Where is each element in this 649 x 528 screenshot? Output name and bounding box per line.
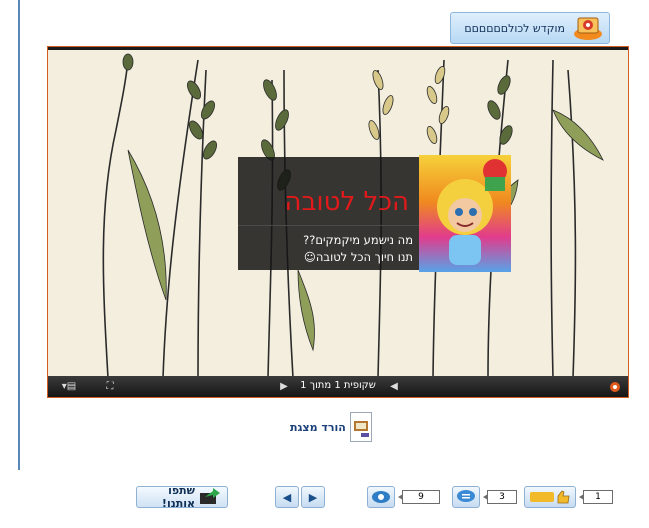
dedication-label: מוקדש לכולםםםםםם [464, 21, 565, 35]
views-counter: 9 [367, 486, 440, 508]
brand-logo-icon [608, 379, 622, 394]
slide-counter: שקופית 1 מתוך 1 [300, 380, 376, 391]
views-count: 9 [398, 490, 440, 504]
viewer-controls: ▾▤ ⛶ ▶ שקופית 1 מתוך 1 ◀ [48, 376, 628, 397]
slide-caption: הכל לטובה מה נישמע מיקמקים?? תנו חיוך הכ… [238, 157, 419, 270]
cartoon-avatar-image [419, 155, 511, 272]
prev-slide-icon[interactable]: ◀ [388, 379, 400, 394]
caption-divider [238, 225, 419, 226]
slide-title: הכל לטובה [284, 187, 409, 217]
comments-counter: 3 [452, 486, 517, 508]
download-presentation-link[interactable]: הורד מצגת [290, 410, 372, 444]
like-thumb-icon[interactable] [524, 486, 576, 508]
presentation-viewer[interactable]: הכל לטובה מה נישמע מיקמקים?? תנו חיוך הכ… [47, 46, 629, 398]
likes-count: 1 [579, 490, 613, 504]
share-button[interactable]: שתפו אותנו! [136, 484, 228, 510]
next-arrow-icon[interactable]: ▶ [301, 486, 325, 508]
prev-arrow-icon[interactable]: ◀ [275, 486, 299, 508]
envelope-mascot-icon [569, 15, 603, 41]
left-rail [0, 0, 20, 528]
likes-counter: 1 [524, 486, 613, 508]
presentation-file-icon [349, 412, 372, 442]
comment-bubble-icon[interactable] [452, 486, 480, 508]
comments-count: 3 [483, 490, 517, 504]
download-label: הורד מצגת [290, 420, 346, 434]
share-label: שתפו אותנו! [161, 484, 195, 510]
navigation-arrows: ◀ ▶ [275, 486, 327, 508]
eye-icon[interactable] [367, 486, 395, 508]
share-arrow-icon [199, 487, 221, 508]
page-border [18, 0, 20, 470]
caption-line-2: תנו חיוך הכל לטובה☺ [303, 250, 413, 264]
caption-line-1: מה נישמע מיקמקים?? [303, 233, 413, 247]
dedication-badge[interactable]: מוקדש לכולםםםםםם [450, 12, 610, 44]
